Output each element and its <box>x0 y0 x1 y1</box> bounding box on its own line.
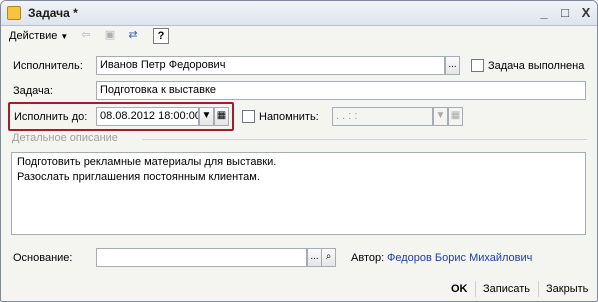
ok-button[interactable]: OK <box>451 281 468 297</box>
button-separator <box>475 281 476 297</box>
due-calendar-icon[interactable]: ▦ <box>214 107 229 126</box>
minimize-button[interactable]: _ <box>536 5 552 21</box>
titlebar: Задача * _ □ X <box>1 1 597 26</box>
window-title: Задача * <box>28 6 78 20</box>
remind-calendar-icon: ▦ <box>448 107 463 126</box>
executor-select-button[interactable]: ... <box>445 56 460 75</box>
remind-date-field: . . : : <box>332 107 433 126</box>
task-field[interactable]: Подготовка к выставке <box>96 81 586 100</box>
back-icon[interactable]: ⇦ <box>78 28 94 44</box>
button-separator <box>538 281 539 297</box>
close-window-button[interactable]: X <box>578 5 594 21</box>
remind-label: Напомнить: <box>259 111 319 123</box>
close-button[interactable]: Закрыть <box>546 281 588 297</box>
app-icon <box>7 6 21 20</box>
save-button[interactable]: Записать <box>483 281 530 297</box>
due-dropdown-arrow-icon[interactable]: ▼ <box>199 107 214 126</box>
actions-menu[interactable]: Действие ▼ <box>9 28 68 44</box>
section-divider <box>142 139 587 140</box>
copy-icon[interactable]: ▣ <box>102 28 118 44</box>
actions-label: Действие <box>9 30 58 42</box>
basis-search-icon[interactable]: ⌕ <box>321 248 336 267</box>
dropdown-arrow-icon: ▼ <box>60 32 69 41</box>
basis-label: Основание: <box>13 252 73 264</box>
toolbar: Действие ▼ ⇦ ▣ ⇄ ? <box>1 26 597 46</box>
author-label: Автор: <box>351 252 385 264</box>
description-section-title: Детальное описание <box>12 132 118 144</box>
author-link[interactable]: Федоров Борис Михайлович <box>387 252 532 264</box>
due-date-field[interactable]: 08.08.2012 18:00:00 <box>96 107 199 126</box>
task-label: Задача: <box>13 85 53 97</box>
remind-checkbox[interactable] <box>242 110 255 123</box>
due-label: Исполнить до: <box>14 111 88 123</box>
executor-field[interactable]: Иванов Петр Федорович <box>96 56 445 75</box>
maximize-button[interactable]: □ <box>557 5 573 21</box>
help-icon[interactable]: ? <box>153 28 169 44</box>
basis-select-button[interactable]: ... <box>307 248 322 267</box>
executor-label: Исполнитель: <box>13 60 83 72</box>
remind-dropdown-arrow-icon: ▼ <box>433 107 448 126</box>
basis-field[interactable] <box>96 248 307 267</box>
bottom-button-bar: OK Записать Закрыть <box>1 277 597 301</box>
done-checkbox[interactable] <box>471 59 484 72</box>
done-label: Задача выполнена <box>488 60 585 72</box>
description-textarea[interactable]: Подготовить рекламные материалы для выст… <box>11 152 586 235</box>
task-window: Задача * _ □ X Действие ▼ ⇦ ▣ ⇄ ? Исполн… <box>0 0 598 302</box>
refresh-icon[interactable]: ⇄ <box>125 28 141 44</box>
